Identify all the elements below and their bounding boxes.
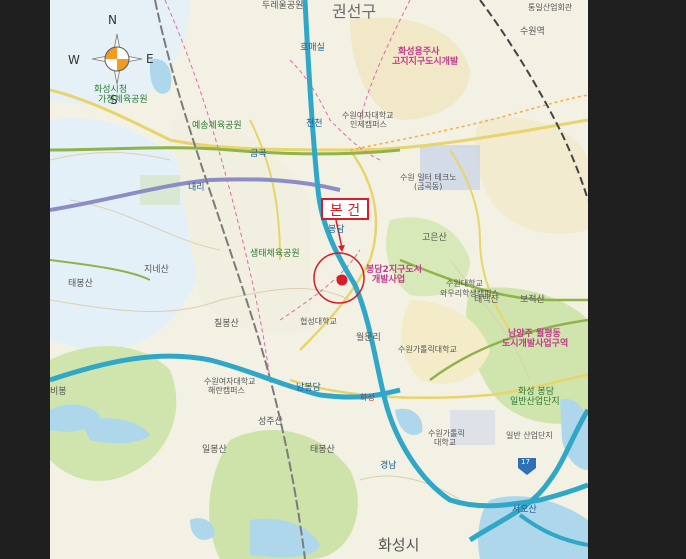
poi-label-suwon-catholic-school: 수원가톨릭대학교: [398, 345, 457, 354]
pink-label-north-a: 화성용주사: [398, 47, 440, 57]
place-label-suwon-station: 수원역: [520, 27, 545, 37]
place-label-daebongsan: 태봉산: [310, 445, 335, 455]
place-label-taebaek: 태백산: [474, 295, 499, 305]
pink-label-site-b: 개발사업: [372, 275, 406, 285]
district-label-gwonseon: 권선구: [332, 2, 377, 21]
industrial-label-a: 화성 봉담: [518, 387, 554, 397]
ic-label-geumgok: 금곡: [250, 149, 267, 159]
poi-label-technopark-b: (금곡동): [414, 182, 443, 191]
place-label-jinesan: 지네산: [144, 265, 169, 275]
poi-label-suwon-catholic-b: 대학교: [434, 438, 457, 447]
site-marker: [336, 274, 348, 286]
ic-label-bibong: 비봉: [50, 387, 67, 397]
compass-n-label: N: [108, 13, 117, 27]
poi-label-general-industrial: 일반 산업단지: [506, 431, 553, 440]
poi-label-suwon-women-univ2-b: 해란캠퍼스: [208, 386, 245, 395]
place-label-wolmunri: 월문리: [356, 333, 381, 343]
pink-label-east-b: 도시개발사업구역: [502, 339, 569, 349]
pink-label-east-a: 남양주 월평동: [508, 329, 561, 339]
city-label-hwaseong: 화성시: [378, 536, 420, 554]
green-label-compass-a: 화성시청: [94, 85, 128, 95]
pink-label-north-b: 고지지구도시개발: [392, 57, 459, 67]
ic-label-seosan: 서오산: [512, 505, 537, 515]
place-label-eco-park: 생태체육공원: [250, 249, 300, 259]
poi-label-suwon-catholic: 수원가톨릭: [428, 429, 465, 438]
place-label-bojeok: 보적산: [520, 295, 545, 305]
ic-label-bongdam: 봉담: [328, 225, 345, 235]
poi-label-suwon-women-univ-b: 인제캠퍼스: [350, 120, 387, 129]
poi-label-suwon-women-univ2: 수원여자대학교: [204, 377, 256, 386]
ic-label-cheoncheon: 천천: [306, 119, 323, 129]
compass-rose: [90, 32, 144, 86]
road-label-hwaseong: 화성: [360, 393, 375, 402]
green-label-compass-b: 가정체육공원: [98, 95, 148, 105]
place-label-goeun: 고은산: [422, 233, 447, 243]
ic-label-naeri: 내리: [188, 183, 205, 193]
place-label-daeyangsan: 태봉산: [68, 279, 93, 289]
pink-label-site-a: 봉담2지구도시: [366, 265, 422, 275]
place-label-seongjusan: 성주산: [258, 417, 283, 427]
poi-label-suwon-women-univ: 수원여자대학교: [342, 111, 394, 120]
compass-e-label: E: [146, 52, 154, 66]
site-callout-label: 본 건: [321, 198, 369, 220]
place-label-tonggil: 통일산업회관: [528, 3, 573, 12]
ic-label-homaesil: 호매실: [300, 43, 325, 53]
place-label-durae: 두레울공원: [262, 1, 304, 11]
ic-label-nambongdam: 남봉담: [296, 383, 321, 393]
route-17-shield: 17: [521, 458, 530, 466]
place-label-yejeong-park: 예송체육공원: [192, 121, 242, 131]
place-label-chilbongsan: 칠봉산: [214, 319, 239, 329]
industrial-label-b: 일반산업단지: [510, 397, 560, 407]
map-viewport[interactable]: N S E W 권선구 두레울공원 호매실 수원역 통일산업회관 화성용주사 고…: [50, 0, 588, 559]
ic-label-gyeongnam: 경남: [380, 461, 397, 471]
poi-label-hyeopseong-univ: 협성대학교: [300, 317, 337, 326]
place-label-ilbongsan: 일봉산: [202, 445, 227, 455]
poi-label-technopark: 수원 일터 테크노: [400, 173, 457, 182]
poi-label-suwon-univ: 수원대학교: [446, 279, 483, 288]
compass-w-label: W: [68, 53, 80, 67]
